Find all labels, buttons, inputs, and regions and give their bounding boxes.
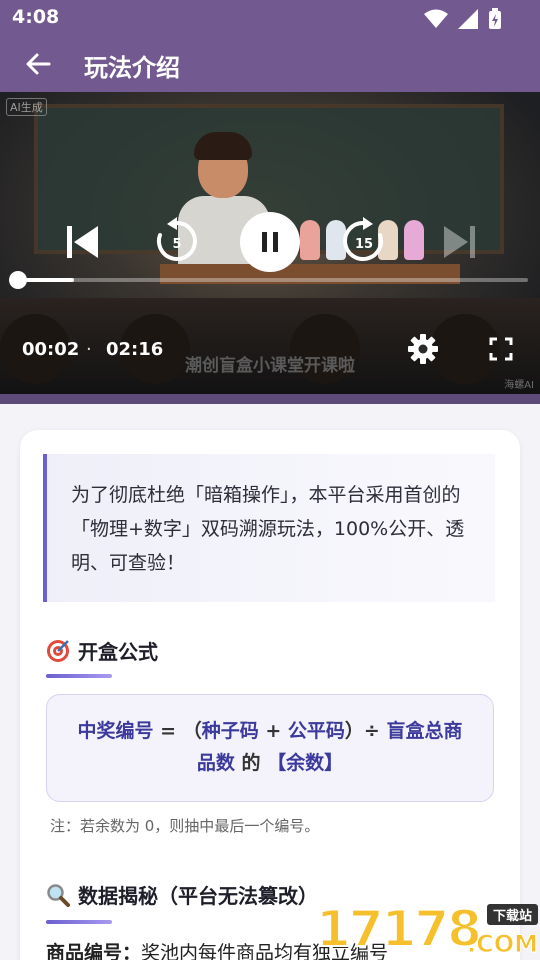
watermark-domain: .COM — [466, 930, 538, 959]
skip-next-button[interactable] — [436, 218, 484, 266]
intro-text: 为了彻底杜绝「暗箱操作」，本平台采用首创的「物理+数字」双码溯源玩法，100%公… — [71, 484, 465, 574]
section-underline — [46, 920, 112, 924]
rewind-icon: 5 — [156, 217, 197, 261]
pause-button[interactable] — [240, 212, 300, 272]
forward-seconds: 15 — [355, 237, 373, 252]
formula-box: 中奖编号 = （种子码 + 公平码）÷ 盲盒总商品数 的 【余数】 — [46, 694, 494, 802]
watermark-digits: 17178 — [315, 899, 483, 959]
video-subtitle: 潮创盲盒小课堂开课啦 — [185, 356, 355, 376]
product-number-label: 商品编号： — [46, 942, 142, 960]
duration: 02:16 — [106, 339, 164, 360]
battery-charging-icon — [489, 8, 501, 29]
formula-remainder: 【余数】 — [267, 752, 344, 774]
fullscreen-button[interactable] — [484, 332, 518, 366]
rewind-seconds: 5 — [172, 237, 181, 252]
watermark-badge: 下载站 — [486, 904, 538, 925]
skip-previous-button[interactable] — [58, 218, 106, 266]
intro-callout: 为了彻底杜绝「暗箱操作」，本平台采用首创的「物理+数字」双码溯源玩法，100%公… — [43, 454, 495, 602]
settings-button[interactable] — [404, 330, 442, 368]
target-icon — [47, 639, 69, 662]
video-scene-toy — [300, 220, 320, 260]
fullscreen-icon — [489, 337, 513, 361]
time-separator: · — [86, 339, 92, 360]
formula-operator: 的 — [234, 752, 268, 774]
wifi-icon — [424, 9, 448, 28]
section-underline — [46, 674, 112, 678]
formula-operator: + — [258, 720, 288, 742]
data-section-header: 数据揭秘（平台无法篡改） — [46, 880, 318, 909]
status-bar: 4:08 — [0, 0, 540, 36]
formula-section-title: 开盒公式 — [78, 640, 158, 664]
skip-next-icon — [444, 226, 475, 258]
site-watermark: 17178 下载站 .COM — [315, 898, 540, 960]
video-scene-students — [0, 298, 540, 394]
fast-forward-icon: 15 — [343, 217, 384, 261]
back-button[interactable] — [18, 46, 58, 82]
formula-operator: = （ — [153, 720, 202, 742]
video-scene-toy — [404, 220, 424, 260]
seek-bar[interactable] — [18, 278, 528, 282]
pause-icon — [262, 232, 278, 252]
content-area: 为了彻底杜绝「暗箱操作」，本平台采用首创的「物理+数字」双码溯源玩法，100%公… — [0, 404, 540, 960]
app-bar: 玩法介绍 — [0, 36, 540, 92]
formula-operator: ）÷ — [344, 720, 387, 742]
video-scene-teacher-hair — [194, 132, 252, 160]
rewind-button[interactable]: 5 — [150, 214, 204, 268]
data-section-title: 数据揭秘（平台无法篡改） — [78, 884, 318, 908]
gear-icon — [408, 334, 438, 364]
magnifier-icon — [47, 883, 70, 907]
page-title: 玩法介绍 — [84, 54, 180, 82]
formula-section-header: 开盒公式 — [46, 636, 158, 665]
seek-thumb[interactable] — [9, 271, 27, 289]
rules-card: 为了彻底杜绝「暗箱操作」，本平台采用首创的「物理+数字」双码溯源玩法，100%公… — [20, 430, 520, 960]
formula-fair-code: 公平码 — [287, 720, 345, 742]
status-icons — [424, 8, 502, 30]
video-corner-tag: 海螺AI — [504, 380, 534, 391]
ai-generated-tag: AI生成 — [6, 98, 47, 116]
skip-previous-icon — [67, 226, 98, 258]
arrow-back-icon — [26, 53, 51, 75]
formula-note: 注：若余数为 0，则抽中最后一个编号。 — [50, 817, 320, 835]
fast-forward-button[interactable]: 15 — [336, 214, 390, 268]
current-time: 00:02 — [22, 339, 80, 360]
formula-winning-number: 中奖编号 — [77, 720, 154, 742]
signal-icon — [458, 9, 478, 29]
video-bottom-border — [0, 394, 540, 404]
status-time: 4:08 — [12, 6, 60, 28]
formula-seed-code: 种子码 — [201, 720, 259, 742]
